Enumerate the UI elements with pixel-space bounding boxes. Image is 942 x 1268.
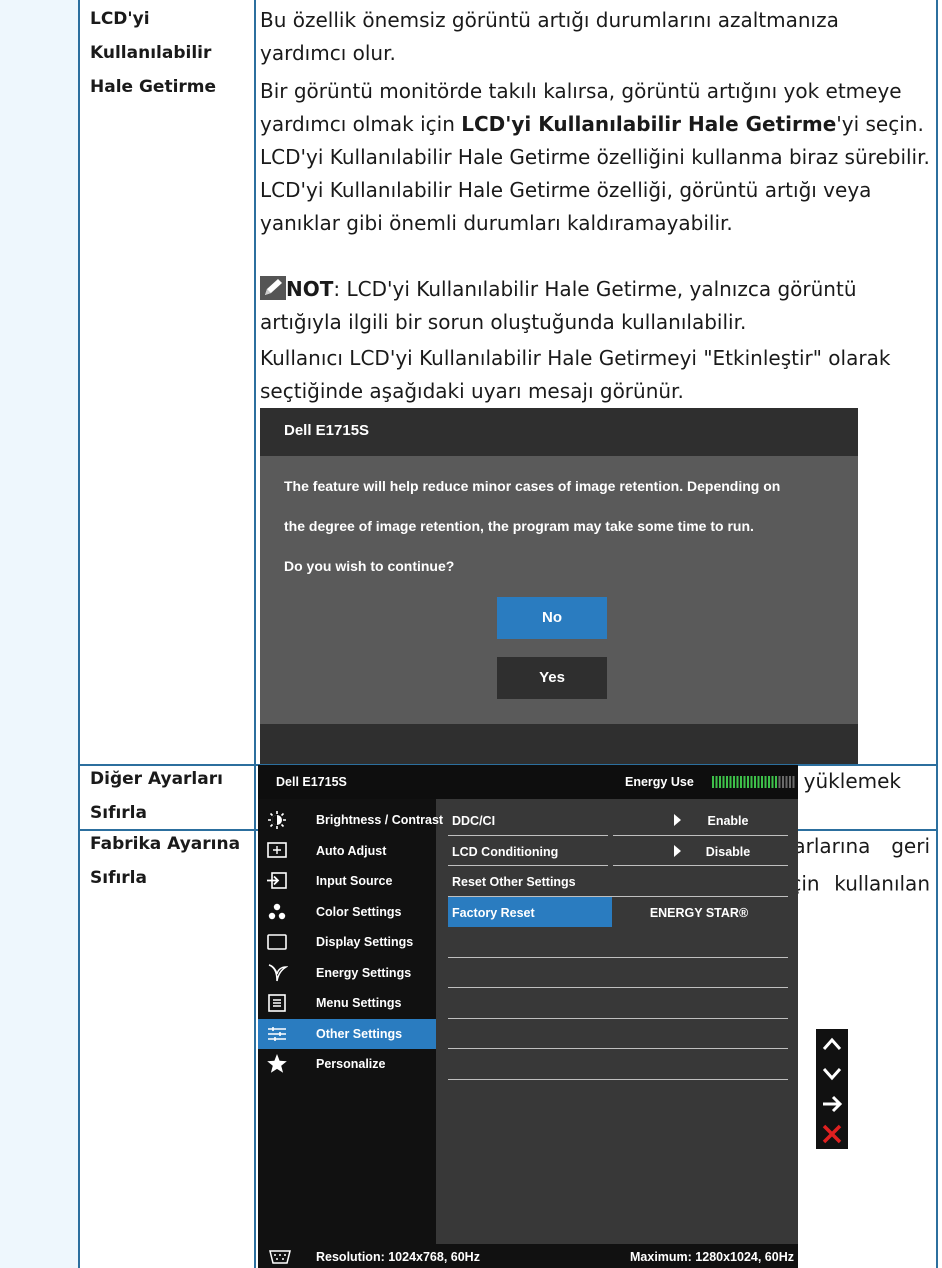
caret-right-icon — [674, 844, 681, 857]
vga-icon — [268, 1249, 292, 1268]
energy-meter-segment — [740, 776, 742, 788]
osd-menu-item[interactable]: Display Settings — [258, 927, 436, 957]
right-arrow-icon[interactable] — [816, 1089, 848, 1119]
energy-meter-segment — [747, 776, 749, 788]
osd-screenshot: Dell E1715S Energy Use Brightness / Cont… — [0, 0, 848, 1268]
osd-submenu-row[interactable]: Factory Reset ENERGY STAR® — [436, 896, 798, 927]
close-icon[interactable] — [816, 1119, 848, 1149]
energy-meter-segment — [729, 776, 732, 788]
osd-separator — [448, 1078, 788, 1080]
table-border-right — [936, 0, 938, 1268]
dialog-question: Do you wish to continue? — [284, 558, 455, 574]
menu-settings-icon — [266, 992, 288, 1014]
osd-menu-label: Energy Settings — [316, 965, 412, 980]
osd-menu-item[interactable]: Color Settings — [258, 897, 436, 927]
other-settings-icon — [266, 1023, 288, 1045]
brightness-icon — [266, 809, 288, 831]
osd-menu-item[interactable]: Other Settings — [258, 1018, 436, 1049]
energy-meter-segment — [733, 776, 735, 788]
osd-submenu-label: LCD Conditioning — [452, 844, 559, 859]
energy-meter-segment — [712, 776, 714, 788]
osd-menu-label: Brightness / Contrast — [316, 813, 444, 827]
energy-meter-segment — [750, 776, 753, 788]
row-label-factory-reset: Fabrika Ayarına Sıfırla — [90, 827, 250, 895]
dialog-message-line: the degree of image retention, the progr… — [284, 518, 754, 534]
osd-submenu-value: Enable — [707, 814, 749, 828]
osd-submenu-value: Disable — [705, 844, 751, 859]
osd-menu-label: Display Settings — [316, 935, 414, 949]
osd-separator — [448, 865, 608, 866]
osd-menu-label: Menu Settings — [316, 996, 402, 1010]
osd-menu-label: Other Settings — [316, 1026, 403, 1041]
osd-menu-label: Color Settings — [316, 904, 402, 919]
osd-submenu-label: Reset Other Settings — [452, 875, 576, 889]
energy-meter-segment — [768, 776, 770, 788]
maximum-resolution-text: Maximum: 1280x1024, 60Hz — [630, 1250, 794, 1264]
display-settings-icon — [266, 931, 288, 953]
down-arrow-icon[interactable] — [816, 1059, 848, 1089]
label-line: Sıfırla — [90, 868, 147, 888]
osd-submenu-label: DDC/CI — [452, 814, 496, 828]
label-line: Fabrika Ayarına — [90, 834, 241, 854]
osd-menu-item[interactable]: Energy Settings — [258, 958, 436, 988]
osd-title: Dell E1715S — [276, 775, 347, 789]
osd-submenu-value: ENERGY STAR® — [649, 905, 749, 920]
osd-separator — [448, 1048, 788, 1049]
energy-use-meter — [712, 776, 795, 788]
dialog-footer — [260, 724, 858, 764]
energy-meter-segment — [771, 776, 774, 788]
label-line: Diğer Ayarları — [90, 769, 223, 789]
energy-meter-segment — [715, 776, 718, 788]
osd-status-bar: Resolution: 1024x768, 60Hz Maximum: 1280… — [258, 1244, 798, 1268]
osd-separator — [448, 956, 788, 958]
osd-menu-item[interactable]: Menu Settings — [258, 988, 436, 1018]
label-line: Sıfırla — [90, 803, 147, 823]
osd-menu-label: Input Source — [316, 874, 393, 888]
osd-menu-item[interactable]: Auto Adjust — [258, 836, 436, 866]
yes-button[interactable]: Yes — [497, 657, 607, 699]
energy-meter-segment — [792, 776, 795, 788]
osd-submenu-label: Factory Reset — [452, 905, 535, 920]
energy-meter-segment — [719, 776, 721, 788]
osd-menu-item[interactable]: Brightness / Contrast — [258, 805, 443, 835]
osd-separator — [613, 865, 788, 866]
osd-submenu-row[interactable]: LCD Conditioning Disable — [436, 836, 798, 866]
resolution-text: Resolution: 1024x768, 60Hz — [316, 1250, 480, 1264]
osd-submenu-row[interactable]: Reset Other Settings — [436, 866, 798, 896]
energy-meter-segment — [736, 776, 739, 788]
star-icon — [266, 1053, 288, 1075]
osd-menu-label: Personalize — [316, 1057, 386, 1071]
osd-separator — [448, 834, 608, 836]
osd-separator — [613, 834, 788, 836]
energy-meter-segment — [761, 776, 763, 788]
osd-separator — [448, 895, 788, 897]
osd-title-bar: Dell E1715S Energy Use — [258, 765, 798, 799]
energy-meter-segment — [778, 776, 781, 788]
osd-separator — [448, 1017, 788, 1019]
caret-right-icon — [674, 814, 681, 826]
no-button[interactable]: No — [497, 597, 607, 639]
energy-meter-segment — [743, 776, 746, 788]
energy-meter-segment — [775, 776, 777, 788]
energy-meter-segment — [722, 776, 725, 788]
energy-meter-segment — [754, 776, 756, 788]
energy-use-label: Energy Use — [625, 775, 694, 789]
color-settings-icon — [266, 901, 288, 923]
osd-submenu-row[interactable]: DDC/CI Enable — [436, 805, 798, 835]
energy-meter-segment — [782, 776, 784, 788]
energy-meter-segment — [757, 776, 760, 788]
row-label-reset-other: Diğer Ayarları Sıfırla — [90, 762, 250, 830]
energy-meter-segment — [764, 776, 767, 788]
auto-adjust-icon — [266, 840, 288, 862]
energy-settings-icon — [266, 962, 289, 984]
osd-menu-item[interactable]: Input Source — [258, 866, 436, 896]
osd-menu-label: Auto Adjust — [316, 843, 387, 858]
energy-meter-segment — [789, 776, 791, 788]
osd-separator — [448, 987, 788, 988]
energy-meter-segment — [726, 776, 728, 788]
osd-menu-item[interactable]: Personalize — [258, 1049, 436, 1079]
input-source-icon — [266, 870, 288, 892]
up-arrow-icon[interactable] — [816, 1029, 848, 1059]
energy-meter-segment — [785, 776, 788, 788]
